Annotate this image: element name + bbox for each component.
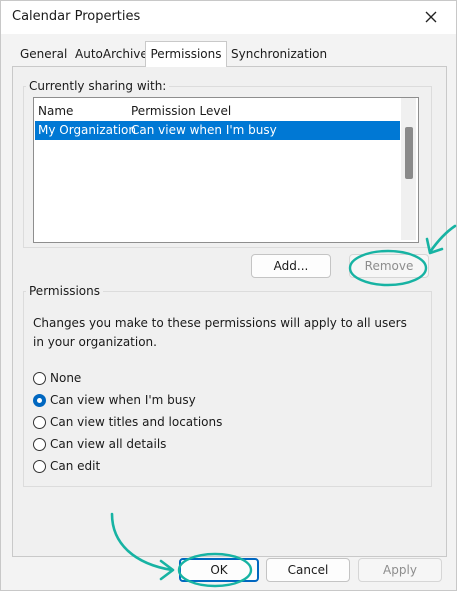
sharing-list[interactable]	[33, 97, 419, 243]
radio-can-view-when-busy[interactable]: Can view when I'm busy	[33, 391, 196, 409]
close-button[interactable]	[416, 4, 446, 30]
cancel-button[interactable]: Cancel	[266, 558, 350, 582]
radio-label: None	[50, 371, 82, 385]
permissions-description: Changes you make to these permissions wi…	[33, 316, 407, 349]
radio-label: Can view when I'm busy	[50, 393, 196, 407]
window-title: Calendar Properties	[12, 9, 141, 24]
radio-label: Can view all details	[50, 437, 167, 451]
radio-circle	[33, 393, 46, 407]
column-header-permission-level[interactable]: Permission Level	[131, 104, 231, 118]
radio-can-edit[interactable]: Can edit	[33, 457, 100, 475]
radio-label: Can view titles and locations	[50, 415, 223, 429]
tab-general[interactable]: General	[18, 44, 69, 64]
ok-button[interactable]: OK	[179, 558, 259, 582]
apply-button[interactable]: Apply	[358, 558, 442, 582]
radio-circle	[33, 371, 46, 385]
radio-label: Can edit	[50, 459, 101, 473]
sharing-legend: Currently sharing with:	[26, 79, 170, 93]
close-icon	[425, 11, 437, 23]
tab-permissions[interactable]: Permissions	[145, 41, 227, 67]
radio-can-view-all-details[interactable]: Can view all details	[33, 435, 166, 453]
permissions-legend: Permissions	[26, 284, 103, 298]
radio-circle	[33, 459, 46, 473]
radio-circle	[33, 437, 46, 451]
radio-circle	[33, 415, 46, 429]
radio-can-view-titles-locations[interactable]: Can view titles and locations	[33, 413, 222, 431]
radio-none[interactable]: None	[33, 369, 81, 387]
column-header-name[interactable]: Name	[38, 104, 73, 118]
tab-synchronization[interactable]: Synchronization	[229, 44, 329, 64]
list-item-name: My Organization	[38, 123, 136, 137]
remove-button[interactable]: Remove	[349, 254, 429, 278]
tab-autoarchive[interactable]: AutoArchive	[73, 44, 150, 64]
list-item-permission: Can view when I'm busy	[131, 123, 277, 137]
scrollbar-thumb[interactable]	[405, 127, 413, 179]
add-button[interactable]: Add...	[251, 254, 331, 278]
